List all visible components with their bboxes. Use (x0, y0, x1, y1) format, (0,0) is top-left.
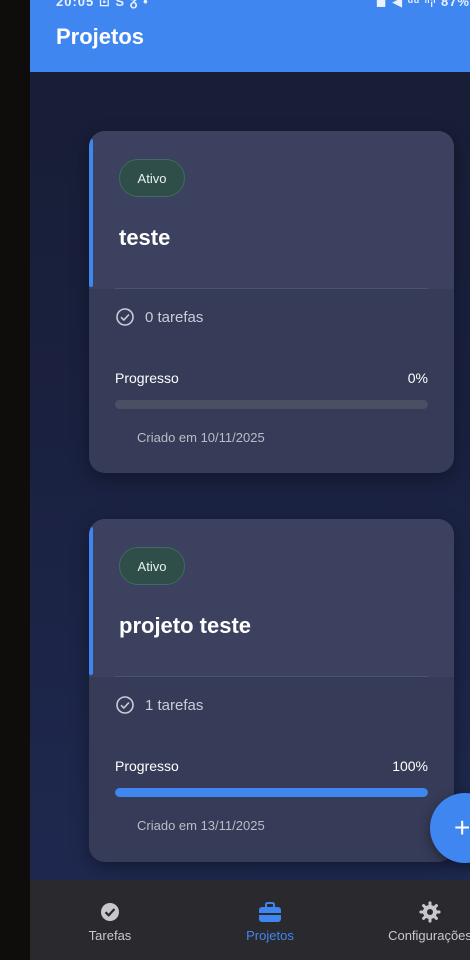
progress-value: 0% (407, 370, 428, 386)
gear-icon (370, 900, 470, 924)
task-count: 0 tarefas (115, 307, 203, 327)
progress-value: 100% (392, 758, 428, 774)
nav-item-tarefas[interactable]: Tarefas (50, 900, 170, 943)
project-card[interactable]: Ativo projeto teste 1 tarefas Progresso … (89, 519, 454, 862)
page-title: Projetos (56, 24, 145, 49)
app-screen: 20:05 ⊡ S ᵹ • ◼ ◀ ᵈᵈ ⁿᵢˡ 87% Projetos At… (30, 0, 470, 960)
progress-bar (115, 788, 428, 797)
card-divider (115, 288, 428, 289)
project-name: projeto teste (119, 613, 252, 638)
check-circle-icon (116, 308, 134, 326)
card-accent-bar (89, 139, 93, 287)
device-frame: 20:05 ⊡ S ᵹ • ◼ ◀ ᵈᵈ ⁿᵢˡ 87% Projetos At… (0, 0, 470, 960)
nav-item-label: Projetos (246, 928, 294, 943)
nav-item-label: Configurações (388, 928, 470, 943)
progress-bar (115, 400, 428, 409)
task-count: 1 tarefas (115, 695, 203, 715)
bottom-navigation: Tarefas Projetos Configurações (30, 880, 470, 960)
nav-item-label: Tarefas (88, 928, 132, 943)
check-circle-icon (116, 696, 134, 714)
status-time: 20:05 ⊡ S ᵹ • (56, 0, 149, 9)
progress-label: Progresso (115, 758, 179, 774)
status-bar: 20:05 ⊡ S ᵹ • ◼ ◀ ᵈᵈ ⁿᵢˡ 87% (56, 0, 470, 18)
status-badge: Ativo (119, 547, 185, 585)
nav-item-projetos[interactable]: Projetos (210, 900, 330, 943)
project-name: teste (119, 225, 171, 250)
plus-icon: + (454, 812, 470, 843)
card-accent-bar (89, 527, 93, 675)
project-card[interactable]: Ativo teste 0 tarefas Progresso 0% Criad… (89, 131, 454, 473)
status-indicators: ◼ ◀ ᵈᵈ ⁿᵢˡ 87% (375, 0, 470, 9)
card-header (89, 519, 454, 677)
created-date: Criado em 13/11/2025 (137, 818, 265, 833)
app-bar: 20:05 ⊡ S ᵹ • ◼ ◀ ᵈᵈ ⁿᵢˡ 87% Projetos (30, 0, 470, 72)
progress-label: Progresso (115, 370, 179, 386)
status-badge: Ativo (119, 159, 185, 197)
task-count-label: 1 tarefas (145, 696, 204, 714)
briefcase-icon (210, 900, 330, 924)
created-date: Criado em 10/11/2025 (137, 430, 265, 445)
card-header (89, 131, 454, 289)
check-circle-icon (50, 900, 170, 924)
nav-item-configuracoes[interactable]: Configurações (370, 900, 470, 943)
card-divider (115, 676, 428, 677)
progress-fill (115, 788, 428, 797)
task-count-label: 0 tarefas (145, 308, 204, 326)
